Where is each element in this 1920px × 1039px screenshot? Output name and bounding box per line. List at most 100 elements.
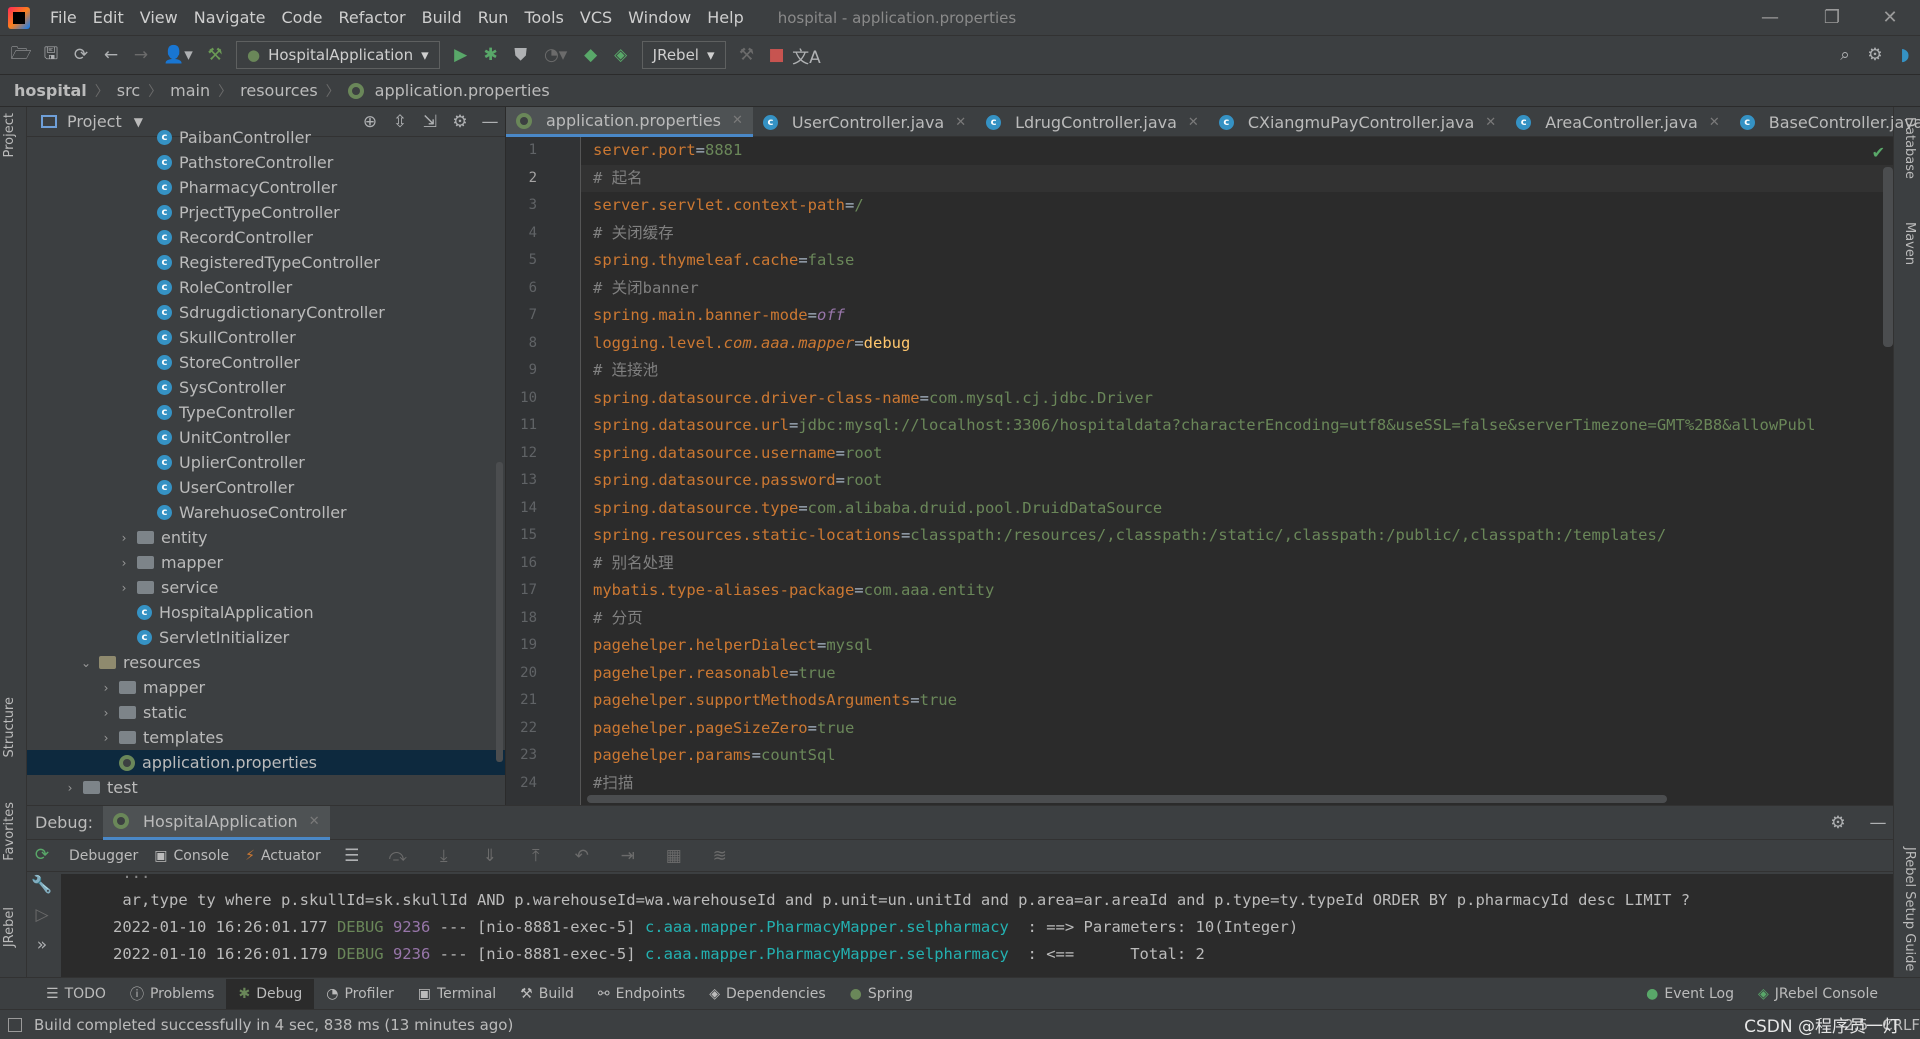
menu-run[interactable]: Run — [470, 8, 517, 27]
jrebel-console-tab[interactable]: ◈ JRebel Console — [1746, 979, 1890, 1009]
project-scrollbar[interactable] — [496, 462, 503, 762]
tree-item-syscontroller[interactable]: c SysController — [27, 375, 505, 400]
run-to-cursor-icon[interactable]: ⇥ — [613, 841, 643, 871]
close-icon[interactable]: ✕ — [1188, 115, 1199, 130]
tree-folder-service[interactable]: › service — [27, 575, 505, 600]
tree-item-usercontroller[interactable]: c UserController — [27, 475, 505, 500]
sync-icon[interactable]: ⟳ — [66, 40, 96, 70]
restore-icon[interactable]: ❐ — [1802, 0, 1862, 35]
tree-item-registeredtypecontroller[interactable]: c RegisteredTypeController — [27, 250, 505, 275]
menu-edit[interactable]: Edit — [85, 8, 132, 27]
jrebel-debug-icon[interactable]: ◈ — [606, 40, 636, 70]
chevron-right-icon[interactable]: › — [99, 681, 113, 695]
tree-item-recordcontroller[interactable]: c RecordController — [27, 225, 505, 250]
jrebel-tool-tab[interactable]: JRebel — [2, 907, 17, 947]
close-icon[interactable]: ✕ — [1860, 0, 1920, 35]
menu-window[interactable]: Window — [620, 8, 699, 27]
tree-folder-templates[interactable]: › templates — [27, 725, 505, 750]
menu-vcs[interactable]: VCS — [572, 8, 620, 27]
editor-tab-basecontroller-java[interactable]: cBaseController.java✕ — [1730, 107, 1920, 137]
more-icon[interactable]: » — [27, 930, 57, 960]
code-area[interactable]: server.port=8881 # 起名 server.servlet.conte… — [581, 137, 1893, 805]
inspection-ok-icon[interactable]: ✔ — [1872, 143, 1885, 162]
breadcrumb-project[interactable]: hospital — [10, 81, 91, 100]
stop-icon[interactable]: ■ — [762, 40, 792, 70]
gear-icon[interactable]: ⚙ — [1860, 40, 1890, 70]
bottom-tab-todo[interactable]: ☰ TODO — [34, 979, 118, 1009]
step-into-icon[interactable]: ⤓ — [429, 841, 459, 871]
tree-item-pharmacycontroller[interactable]: c PharmacyController — [27, 175, 505, 200]
bottom-tab-build[interactable]: ⚒ Build — [508, 979, 586, 1009]
project-tool-tab[interactable]: Project — [2, 113, 17, 157]
debug-session-tab[interactable]: HospitalApplication ✕ — [103, 805, 330, 840]
wrench-icon[interactable]: 🔧 — [27, 870, 57, 900]
editor-horizontal-scrollbar[interactable] — [587, 795, 1667, 803]
menu-file[interactable]: File — [42, 8, 85, 27]
evaluate-icon[interactable]: ▦ — [659, 841, 689, 871]
tree-item-prjecttypecontroller[interactable]: c PrjectTypeController — [27, 200, 505, 225]
chevron-right-icon[interactable]: › — [117, 531, 131, 545]
step-over-icon[interactable]: ⤼ — [383, 841, 413, 871]
console-output[interactable]: ... ar,type ty where p.skullId=sk.skullI… — [61, 874, 1893, 977]
tree-item-hospitalapplication[interactable]: c HospitalApplication — [27, 600, 505, 625]
event-log-tab[interactable]: ● Event Log — [1634, 979, 1746, 1009]
menu-code[interactable]: Code — [274, 8, 331, 27]
tree-item-pathstorecontroller[interactable]: c PathstoreController — [27, 150, 505, 175]
back-icon[interactable]: ← — [96, 40, 126, 70]
close-icon[interactable]: ✕ — [955, 115, 966, 130]
breadcrumb-main[interactable]: main — [166, 81, 214, 100]
hide-icon[interactable]: — — [1863, 808, 1893, 838]
console-tab[interactable]: ▣ Console — [154, 848, 229, 864]
run-configuration-select[interactable]: ● HospitalApplication ▾ — [236, 41, 440, 69]
build-hammer-icon[interactable]: ⚒ — [200, 40, 230, 70]
close-icon[interactable]: ✕ — [1485, 115, 1496, 130]
favorites-tool-tab[interactable]: Favorites — [2, 802, 17, 861]
actuator-tab[interactable]: ⚡ Actuator — [245, 848, 321, 864]
bottom-tab-spring[interactable]: ● Spring — [838, 979, 925, 1009]
vcs-user-icon[interactable]: 👤▾ — [156, 40, 200, 70]
tree-item-sdrugdictionarycontroller[interactable]: c SdrugdictionaryController — [27, 300, 505, 325]
close-icon[interactable]: ✕ — [309, 814, 320, 829]
profile-icon[interactable]: ◔▾ — [536, 40, 576, 70]
editor-tab-ldrugcontroller-java[interactable]: c LdrugController.java ✕ — [976, 107, 1209, 137]
minimize-icon[interactable]: — — [1740, 0, 1800, 35]
tree-item-rolecontroller[interactable]: c RoleController — [27, 275, 505, 300]
structure-tool-tab[interactable]: Structure — [2, 697, 17, 757]
maven-tool-tab[interactable]: Maven — [1902, 222, 1917, 265]
force-step-into-icon[interactable]: ⇓ — [475, 841, 505, 871]
editor-vertical-scrollbar[interactable] — [1883, 167, 1893, 347]
tree-item-application-properties[interactable]: application.properties — [27, 750, 505, 775]
tree-item-upliercontroller[interactable]: c UplierController — [27, 450, 505, 475]
menu-build[interactable]: Build — [414, 8, 470, 27]
tree-item-servletinitializer[interactable]: c ServletInitializer — [27, 625, 505, 650]
chevron-right-icon[interactable]: › — [99, 731, 113, 745]
trace-icon[interactable]: ≋ — [705, 841, 735, 871]
breadcrumb-file[interactable]: application.properties — [371, 81, 554, 100]
tree-folder-mapper[interactable]: › mapper — [27, 550, 505, 575]
resume-icon[interactable]: ▷ — [27, 900, 57, 930]
editor-tab-areacontroller-java[interactable]: c AreaController.java ✕ — [1506, 107, 1730, 137]
menu-navigate[interactable]: Navigate — [186, 8, 274, 27]
menu-refactor[interactable]: Refactor — [330, 8, 413, 27]
bottom-tab-endpoints[interactable]: ⚯ Endpoints — [586, 979, 697, 1009]
bottom-tab-profiler[interactable]: ◔ Profiler — [314, 979, 406, 1009]
close-icon[interactable]: ✕ — [1709, 115, 1720, 130]
run-icon[interactable]: ▶ — [446, 40, 476, 70]
chevron-right-icon[interactable]: › — [63, 781, 77, 795]
menu-tools[interactable]: Tools — [516, 8, 571, 27]
tree-folder-entity[interactable]: › entity — [27, 525, 505, 550]
tree-item-storecontroller[interactable]: c StoreController — [27, 350, 505, 375]
hammer-icon[interactable]: ⚒ — [732, 40, 762, 70]
tree-item-skullcontroller[interactable]: c SkullController — [27, 325, 505, 350]
tree-item-warehuosecontroller[interactable]: c WarehuoseController — [27, 500, 505, 525]
gear-icon[interactable]: ⚙ — [1823, 808, 1853, 838]
chevron-down-icon[interactable]: ⌄ — [79, 656, 93, 670]
tree-item-paibancontroller[interactable]: c PaibanController — [27, 125, 505, 150]
jrebel-run-icon[interactable]: ◆ — [576, 40, 606, 70]
search-icon[interactable]: ⌕ — [1830, 40, 1860, 70]
drop-frame-icon[interactable]: ↶ — [567, 841, 597, 871]
save-icon[interactable]: 🖫 — [36, 40, 66, 70]
jrebel-select[interactable]: JRebel ▾ — [641, 41, 726, 69]
debugger-tab[interactable]: Debugger — [69, 848, 138, 864]
tree-item-unitcontroller[interactable]: c UnitController — [27, 425, 505, 450]
